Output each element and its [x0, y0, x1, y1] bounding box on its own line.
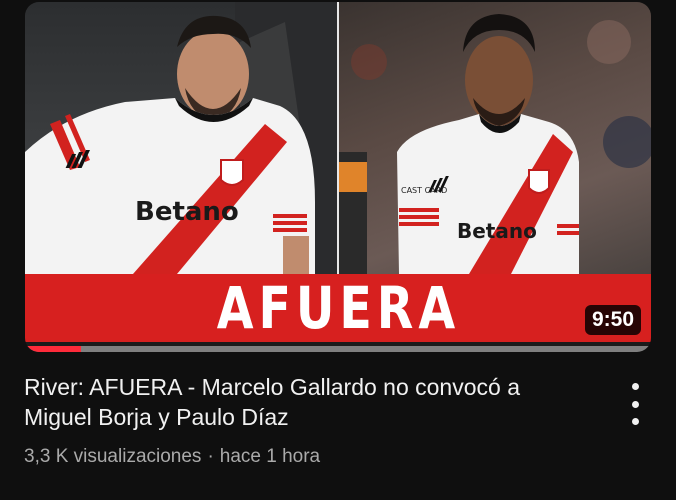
- jersey-sleeve-text: CAST CARD: [401, 186, 447, 195]
- thumbnail-photo-right: CAST CARD Betano: [339, 2, 651, 274]
- watch-progress-fill: [25, 346, 82, 352]
- jersey-sponsor-left: Betano: [135, 197, 239, 227]
- video-thumbnail[interactable]: Betano CAST CARD Betano AFUERA 9:50: [25, 2, 651, 352]
- duration-badge: 9:50: [584, 305, 641, 335]
- video-card[interactable]: Betano CAST CARD Betano AFUERA 9:50 Rive…: [0, 0, 676, 500]
- thumbnail-photo-left: Betano: [25, 2, 337, 274]
- meta-separator: ·: [207, 446, 214, 467]
- banner-text: AFUERA: [216, 274, 460, 342]
- kebab-menu-icon[interactable]: [620, 383, 650, 425]
- video-title[interactable]: River: AFUERA - Marcelo Gallardo no conv…: [24, 372, 594, 432]
- view-count: 3,3 K visualizaciones: [24, 446, 202, 467]
- upload-age: hace 1 hora: [219, 446, 321, 467]
- jersey-sponsor-right: Betano: [457, 219, 537, 243]
- video-metadata: 3,3 K visualizaciones · hace 1 hora: [24, 445, 320, 469]
- thumbnail-banner: AFUERA: [25, 274, 651, 342]
- kebab-dot: [631, 418, 639, 425]
- kebab-dot: [631, 383, 639, 390]
- watch-progress-bar: [25, 346, 651, 352]
- kebab-dot: [631, 400, 639, 408]
